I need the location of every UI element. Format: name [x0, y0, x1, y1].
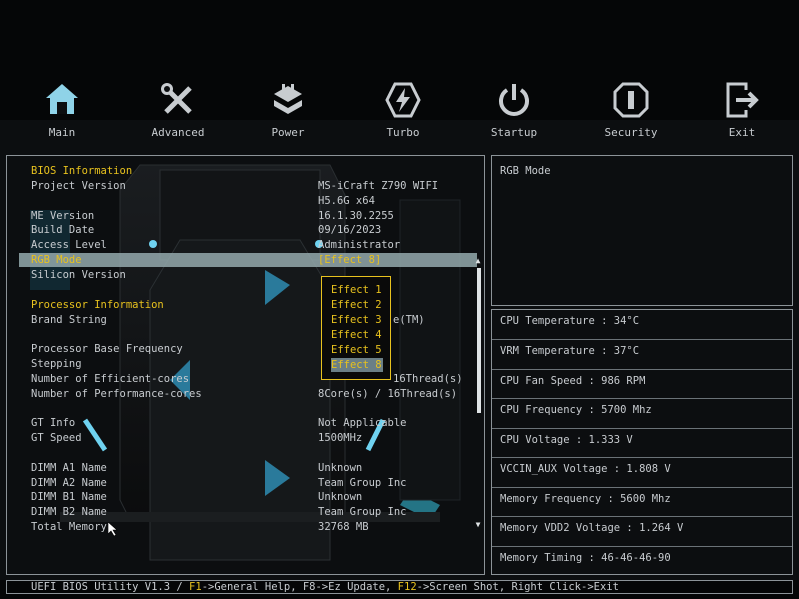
- dimm-a1-value: Unknown: [318, 462, 363, 474]
- help-text: RGB Mode: [500, 165, 551, 177]
- hw-cpu-fan-speed-text: CPU Fan Speed : 986 RPM: [500, 375, 646, 387]
- nav-turbo[interactable]: Turbo: [358, 80, 448, 139]
- nav-main[interactable]: Main: [17, 80, 107, 139]
- hw-memory-frequency: Memory Frequency : 5600 Mhz: [492, 487, 792, 516]
- hw-cpu-frequency-text: CPU Frequency : 5700 Mhz: [500, 404, 652, 416]
- hw-vccin-aux-voltage: VCCIN_AUX Voltage : 1.808 V: [492, 457, 792, 486]
- nav-security[interactable]: Security: [586, 80, 676, 139]
- dimm-b1-label: DIMM B1 Name: [31, 491, 107, 503]
- project-version-label: Project Version: [31, 180, 126, 192]
- total-memory-value: 32768 MB: [318, 521, 369, 533]
- nav-main-label: Main: [48, 126, 76, 139]
- hw-cpu-temperature: CPU Temperature : 34°C: [492, 310, 792, 339]
- gt-speed-label: GT Speed: [31, 432, 82, 444]
- footer-f12-key[interactable]: F12: [398, 581, 417, 593]
- gt-speed-value: 1500MHz: [318, 432, 363, 444]
- project-version-value: MS-iCraft Z790 WIFI: [318, 180, 439, 192]
- nav-power-label: Power: [271, 126, 305, 139]
- dimm-a2-value: Team Group Inc: [318, 477, 407, 489]
- brand-string-value: e(TM): [393, 314, 425, 326]
- mouse-cursor-icon: [108, 522, 118, 537]
- footer-f1-text: ->General Help, F8->Ez Update,: [201, 581, 398, 593]
- option-effect-2[interactable]: Effect 2: [331, 298, 383, 312]
- power-button-icon: [499, 84, 529, 116]
- hw-memory-vdd2-voltage-text: Memory VDD2 Voltage : 1.264 V: [500, 522, 684, 534]
- build-date-label: Build Date: [31, 224, 95, 236]
- me-version-label: ME Version: [31, 210, 95, 222]
- option-effect-1[interactable]: Effect 1: [331, 283, 383, 297]
- rgb-mode-dropdown[interactable]: Effect 1 Effect 2 Effect 3 Effect 4 Effe…: [321, 276, 391, 380]
- footer-prefix: UEFI BIOS Utility V1.3 /: [31, 581, 190, 593]
- dimm-a2-label: DIMM A2 Name: [31, 477, 107, 489]
- main-settings-panel: BIOS Information Project Version MS-iCra…: [6, 155, 485, 575]
- nav-turbo-label: Turbo: [386, 126, 420, 139]
- nav-advanced[interactable]: Advanced: [133, 80, 223, 139]
- hw-cpu-fan-speed: CPU Fan Speed : 986 RPM: [492, 369, 792, 398]
- stepping-label: Stepping: [31, 358, 82, 370]
- nav-startup[interactable]: Startup: [469, 80, 559, 139]
- me-version-value: 16.1.30.2255: [318, 210, 394, 222]
- top-navigation: Main Advanced Power Turbo Startup Securi…: [0, 80, 799, 142]
- hw-memory-timing: Memory Timing : 46-46-46-90: [492, 546, 792, 575]
- nav-exit[interactable]: Exit: [697, 80, 787, 139]
- hw-vrm-temperature: VRM Temperature : 37°C: [492, 339, 792, 368]
- nav-security-label: Security: [604, 126, 658, 139]
- selection-highlight: [19, 253, 477, 267]
- rgb-mode-value[interactable]: [Effect 8]: [318, 253, 381, 267]
- hw-cpu-frequency: CPU Frequency : 5700 Mhz: [492, 398, 792, 427]
- option-effect-4[interactable]: Effect 4: [331, 328, 383, 342]
- efficient-cores-label: Number of Efficient-cores: [31, 373, 190, 385]
- nav-power[interactable]: Power: [243, 80, 333, 139]
- project-version-value-2: H5.6G x64: [318, 195, 375, 207]
- hw-vccin-aux-voltage-text: VCCIN_AUX Voltage : 1.808 V: [500, 463, 671, 475]
- footer-status-bar: UEFI BIOS Utility V1.3 / F1->General Hel…: [6, 580, 793, 594]
- dimm-b2-label: DIMM B2 Name: [31, 506, 107, 518]
- dimm-a1-label: DIMM A1 Name: [31, 462, 107, 474]
- option-effect-3[interactable]: Effect 3: [331, 313, 383, 327]
- scroll-up-arrow-icon[interactable]: ▲: [473, 256, 483, 266]
- hw-cpu-voltage-text: CPU Voltage : 1.333 V: [500, 434, 633, 446]
- build-date-value: 09/16/2023: [318, 224, 382, 236]
- scrollbar-thumb[interactable]: [477, 268, 481, 413]
- lightning-icon: [385, 82, 421, 118]
- tools-icon: [161, 83, 192, 114]
- hw-memory-timing-text: Memory Timing : 46-46-46-90: [500, 552, 671, 564]
- efficient-cores-value: 16Thread(s): [393, 373, 463, 385]
- footer-f1-key[interactable]: F1: [189, 581, 202, 593]
- hw-cpu-temperature-text: CPU Temperature : 34°C: [500, 315, 640, 327]
- gt-info-value: Not Applicable: [318, 417, 407, 429]
- bios-info-title: BIOS Information: [31, 165, 133, 177]
- exit-icon: [726, 82, 759, 118]
- dimm-b1-value: Unknown: [318, 491, 363, 503]
- performance-cores-value: 8Core(s) / 16Thread(s): [318, 388, 458, 400]
- silicon-version-label: Silicon Version: [31, 269, 126, 281]
- option-effect-8[interactable]: Effect 8: [331, 358, 383, 372]
- hw-cpu-voltage: CPU Voltage : 1.333 V: [492, 428, 792, 457]
- home-icon: [46, 84, 78, 114]
- nav-exit-label: Exit: [728, 126, 756, 139]
- total-memory-label: Total Memory: [31, 521, 107, 533]
- brand-string-label: Brand String: [31, 314, 107, 326]
- nav-advanced-label: Advanced: [151, 126, 205, 139]
- dimm-b2-value: Team Group Inc: [318, 506, 407, 518]
- security-icon: [613, 82, 649, 118]
- performance-cores-label: Number of Performance-cores: [31, 388, 202, 400]
- nav-startup-label: Startup: [490, 126, 538, 139]
- help-panel: RGB Mode: [491, 155, 793, 306]
- option-effect-5[interactable]: Effect 5: [331, 343, 383, 357]
- scroll-down-arrow-icon[interactable]: ▼: [473, 520, 483, 530]
- hardware-monitor-panel: CPU Temperature : 34°C VRM Temperature :…: [491, 309, 793, 575]
- hw-vrm-temperature-text: VRM Temperature : 37°C: [500, 345, 640, 357]
- base-frequency-label: Processor Base Frequency: [31, 343, 183, 355]
- hw-memory-frequency-text: Memory Frequency : 5600 Mhz: [500, 493, 671, 505]
- footer-f12-text: ->Screen Shot, Right Click->Exit: [416, 581, 619, 593]
- rgb-mode-label[interactable]: RGB Mode: [31, 253, 82, 267]
- hw-memory-vdd2-voltage: Memory VDD2 Voltage : 1.264 V: [492, 516, 792, 545]
- power-chip-icon: [274, 84, 302, 114]
- gt-info-label: GT Info: [31, 417, 76, 429]
- processor-info-title: Processor Information: [31, 299, 164, 311]
- access-level-value: Administrator: [318, 239, 401, 251]
- access-level-label: Access Level: [31, 239, 107, 251]
